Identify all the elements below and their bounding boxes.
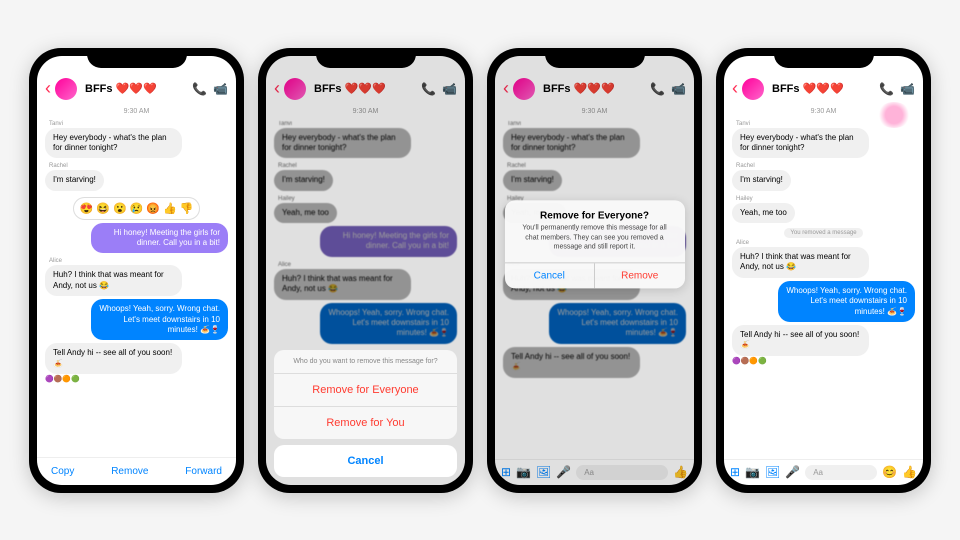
reaction-thumbs-up[interactable]: 👍 (163, 202, 177, 215)
chat-avatar[interactable] (55, 78, 77, 100)
removed-notice: You removed a message (732, 230, 915, 236)
screen-2: ‹ BFFs ❤️❤️❤️ 📞📹 9:30 AM Tanvi Hey every… (266, 56, 465, 485)
screen-1: ‹ BFFs ❤️❤️❤️ 📞 📹 9:30 AM Tanvi Hey ever… (37, 56, 236, 485)
messages-list: Tanvi Hey everybody - what's the plan fo… (37, 117, 236, 457)
composer: ⊞ 📷 🖼 🎤 Aa 😊 👍 (724, 459, 923, 485)
header-icons: 📞 📹 (192, 82, 228, 96)
message-input[interactable]: Aa (805, 465, 877, 480)
call-icon[interactable]: 📞 (192, 82, 207, 96)
reaction-angry[interactable]: 😡 (146, 202, 160, 215)
reaction-picker[interactable]: 😍 😆 😮 😢 😡 👍 👎 (73, 197, 201, 220)
phone-3: ‹ BFFs ❤️❤️❤️ 📞📹 9:30 AM Tanvi Hey every… (487, 48, 702, 493)
mic-icon[interactable]: 🎤 (785, 465, 800, 479)
sender-label: Rachel (736, 163, 915, 169)
alert-body: You'll permanently remove this message f… (505, 224, 685, 262)
back-icon[interactable]: ‹ (45, 78, 51, 99)
video-icon[interactable]: 📹 (213, 82, 228, 96)
video-icon[interactable]: 📹 (900, 82, 915, 96)
notch (545, 48, 645, 68)
reaction-heart-eyes[interactable]: 😍 (80, 202, 94, 215)
reaction-thumbs-down[interactable]: 👎 (180, 202, 194, 215)
sender-label: Alice (49, 258, 228, 264)
gallery-icon[interactable]: 🖼 (765, 465, 780, 479)
phone-1: ‹ BFFs ❤️❤️❤️ 📞 📹 9:30 AM Tanvi Hey ever… (29, 48, 244, 493)
message-bubble-own[interactable]: Whoops! Yeah, sorry. Wrong chat. Let's m… (91, 299, 228, 340)
chat-title[interactable]: BFFs ❤️❤️❤️ (772, 82, 875, 95)
forward-button[interactable]: Forward (185, 466, 222, 477)
notch (774, 48, 874, 68)
chat-title[interactable]: BFFs ❤️❤️❤️ (85, 82, 188, 95)
message-bubble[interactable]: Hey everybody - what's the plan for dinn… (732, 128, 869, 159)
messages-list: Tanvi Hey everybody - what's the plan fo… (724, 117, 923, 459)
phone-4: ‹ BFFs ❤️❤️❤️ 📞 📹 9:30 AM Tanvi Hey ever… (716, 48, 931, 493)
message-bubble[interactable]: Hey everybody - what's the plan for dinn… (45, 128, 182, 159)
sender-label: Rachel (49, 163, 228, 169)
sheet-cancel-button[interactable]: Cancel (274, 445, 457, 477)
remove-button[interactable]: Remove (111, 466, 148, 477)
remove-everyone-button[interactable]: Remove for Everyone (274, 374, 457, 407)
notch (87, 48, 187, 68)
message-bubble[interactable]: Huh? I think that was meant for Andy, no… (732, 247, 869, 278)
message-bubble-own[interactable]: Whoops! Yeah, sorry. Wrong chat. Let's m… (778, 281, 915, 322)
apps-icon[interactable]: ⊞ (730, 465, 740, 479)
reaction-laugh[interactable]: 😆 (96, 202, 110, 215)
message-bubble[interactable]: Yeah, me too (732, 203, 795, 223)
reaction-wow[interactable]: 😮 (113, 202, 127, 215)
message-bubble[interactable]: Tell Andy hi -- see all of you soon! 🍝 (45, 343, 182, 374)
sheet-prompt: Who do you want to remove this message f… (274, 350, 457, 374)
alert-cancel-button[interactable]: Cancel (505, 263, 596, 288)
screen-3: ‹ BFFs ❤️❤️❤️ 📞📹 9:30 AM Tanvi Hey every… (495, 56, 694, 485)
sender-label: Tanvi (49, 121, 228, 127)
message-bubble-own[interactable]: Hi honey! Meeting the girls for dinner. … (91, 223, 228, 254)
confirm-alert: Remove for Everyone? You'll permanently … (505, 201, 685, 288)
chat-avatar[interactable] (742, 78, 764, 100)
screen-4: ‹ BFFs ❤️❤️❤️ 📞 📹 9:30 AM Tanvi Hey ever… (724, 56, 923, 485)
message-bubble[interactable]: Tell Andy hi -- see all of you soon! 🍝 (732, 325, 869, 356)
like-icon[interactable]: 👍 (902, 465, 917, 479)
sender-label: Hailey (736, 196, 915, 202)
reaction-sad[interactable]: 😢 (130, 202, 144, 215)
message-bubble[interactable]: Huh? I think that was meant for Andy, no… (45, 265, 182, 296)
message-actions: Copy Remove Forward (37, 457, 236, 485)
timestamp: 9:30 AM (37, 106, 236, 117)
back-icon[interactable]: ‹ (732, 78, 738, 99)
message-bubble[interactable]: I'm starving! (732, 170, 791, 190)
alert-title: Remove for Everyone? (505, 201, 685, 224)
camera-icon[interactable]: 📷 (745, 465, 760, 479)
sheet-group: Who do you want to remove this message f… (274, 350, 457, 439)
message-bubble[interactable]: I'm starving! (45, 170, 104, 190)
emoji-icon[interactable]: 😊 (882, 465, 897, 479)
sender-label: Alice (736, 240, 915, 246)
remove-you-button[interactable]: Remove for You (274, 407, 457, 439)
alert-remove-button[interactable]: Remove (595, 263, 685, 288)
phone-2: ‹ BFFs ❤️❤️❤️ 📞📹 9:30 AM Tanvi Hey every… (258, 48, 473, 493)
notch (316, 48, 416, 68)
alert-buttons: Cancel Remove (505, 262, 685, 288)
action-sheet: Who do you want to remove this message f… (274, 350, 457, 477)
active-call-indicator (877, 102, 911, 128)
call-icon[interactable]: 📞 (879, 82, 894, 96)
copy-button[interactable]: Copy (51, 466, 74, 477)
